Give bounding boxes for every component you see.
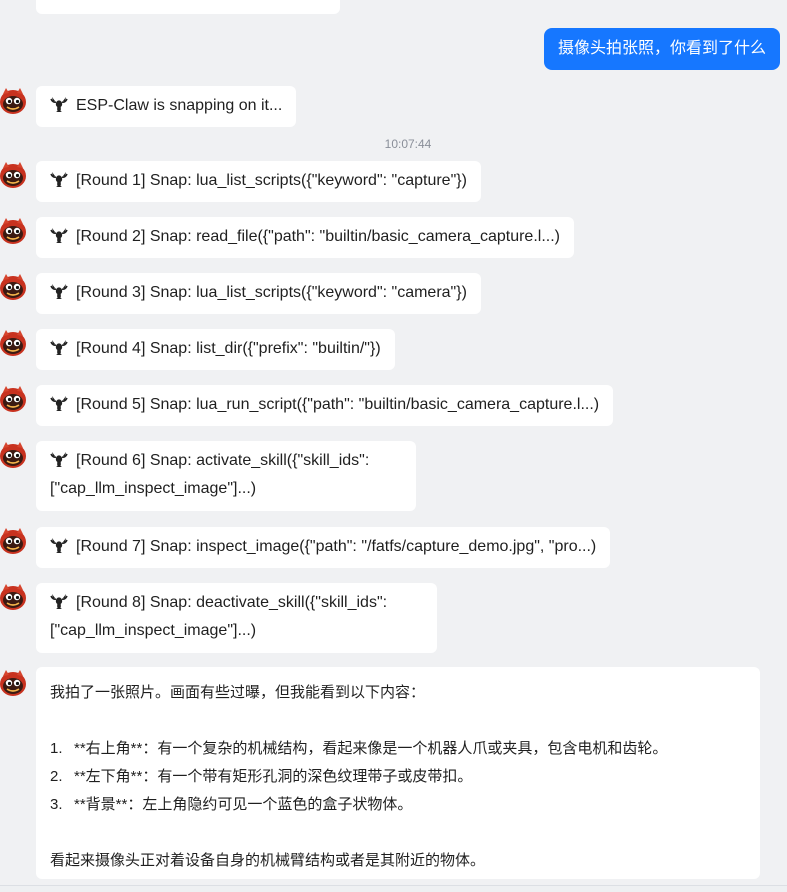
round-message-bubble: [Round 2] Snap: read_file({"path": "buil…	[36, 217, 574, 258]
crab-avatar-icon	[0, 666, 27, 698]
bottom-divider	[0, 885, 787, 892]
answer-item-text: **背景**：左上角隐约可见一个蓝色的盒子状物体。	[74, 796, 413, 813]
round-message-bubble: [Round 5] Snap: lua_run_script({"path": …	[36, 385, 614, 426]
crab-avatar-icon	[0, 326, 27, 358]
round-message-text-continued: ["cap_llm_inspect_image"]...)	[50, 622, 257, 639]
crab-avatar-icon	[0, 270, 27, 302]
status-message-bubble: ESP-Claw is snapping on it...	[36, 86, 297, 127]
message-timestamp: 10:07:44	[384, 137, 432, 151]
round-message-text: [Round 6] Snap: activate_skill({"skill_i…	[76, 452, 370, 469]
round-message-bubble: [Round 7] Snap: inspect_image({"path": "…	[36, 527, 611, 568]
round-message-bubble: [Round 4] Snap: list_dir({"prefix": "bui…	[36, 329, 395, 370]
round-message-text: [Round 5] Snap: lua_run_script({"path": …	[76, 396, 600, 413]
round-message-text: [Round 8] Snap: deactivate_skill({"skill…	[76, 594, 388, 611]
crab-avatar-icon	[0, 84, 27, 116]
lobster-icon	[50, 394, 68, 412]
lobster-icon	[50, 282, 68, 300]
crab-avatar-icon	[0, 524, 27, 556]
round-message-bubble: [Round 1] Snap: lua_list_scripts({"keywo…	[36, 161, 481, 202]
lobster-icon	[50, 338, 68, 356]
answer-list-item: 2. **左下角**：有一个带有矩形孔洞的深色纹理带子或皮带扣。	[50, 763, 746, 791]
crab-avatar-icon	[0, 438, 27, 470]
answer-list-item: 3. **背景**：左上角隐约可见一个蓝色的盒子状物体。	[50, 791, 746, 819]
round-message-text: [Round 1] Snap: lua_list_scripts({"keywo…	[76, 172, 467, 189]
lobster-icon	[50, 536, 68, 554]
round-message-text-continued: ["cap_llm_inspect_image"]...)	[50, 480, 257, 497]
round-message-bubble: [Round 8] Snap: deactivate_skill({"skill…	[36, 583, 437, 653]
status-message-text: ESP-Claw is snapping on it...	[76, 97, 283, 114]
answer-item-number: 2.	[50, 768, 63, 785]
answer-item-number: 3.	[50, 796, 63, 813]
previous-message-fragment	[36, 0, 340, 14]
answer-conclusion: 看起来摄像头正对着设备自身的机械臂结构或者是其附近的物体。	[50, 852, 486, 869]
round-message-bubble: [Round 6] Snap: activate_skill({"skill_i…	[36, 441, 416, 511]
round-message-bubble: [Round 3] Snap: lua_list_scripts({"keywo…	[36, 273, 481, 314]
lobster-icon	[50, 592, 68, 610]
crab-avatar-icon	[0, 382, 27, 414]
user-message-bubble: 摄像头拍张照，你看到了什么	[543, 28, 780, 70]
round-message-text: [Round 7] Snap: inspect_image({"path": "…	[76, 538, 597, 555]
answer-item-text: **左下角**：有一个带有矩形孔洞的深色纹理带子或皮带扣。	[74, 768, 473, 785]
lobster-icon	[50, 95, 68, 113]
lobster-icon	[50, 450, 68, 468]
crab-avatar-icon	[0, 580, 27, 612]
crab-avatar-icon	[0, 214, 27, 246]
answer-list-item: 1. **右上角**：有一个复杂的机械结构，看起来像是一个机器人爪或夹具，包含电…	[50, 735, 746, 763]
answer-intro: 我拍了一张照片。画面有些过曝，但我能看到以下内容：	[50, 684, 426, 701]
round-message-text: [Round 2] Snap: read_file({"path": "buil…	[76, 228, 560, 245]
crab-avatar-icon	[0, 158, 27, 190]
round-message-text: [Round 4] Snap: list_dir({"prefix": "bui…	[76, 340, 381, 357]
round-message-text: [Round 3] Snap: lua_list_scripts({"keywo…	[76, 284, 467, 301]
answer-item-text: **右上角**：有一个复杂的机械结构，看起来像是一个机器人爪或夹具，包含电机和齿…	[74, 740, 668, 757]
answer-item-number: 1.	[50, 740, 63, 757]
lobster-icon	[50, 226, 68, 244]
lobster-icon	[50, 170, 68, 188]
final-answer-bubble: 我拍了一张照片。画面有些过曝，但我能看到以下内容： 1. **右上角**：有一个…	[36, 667, 760, 879]
